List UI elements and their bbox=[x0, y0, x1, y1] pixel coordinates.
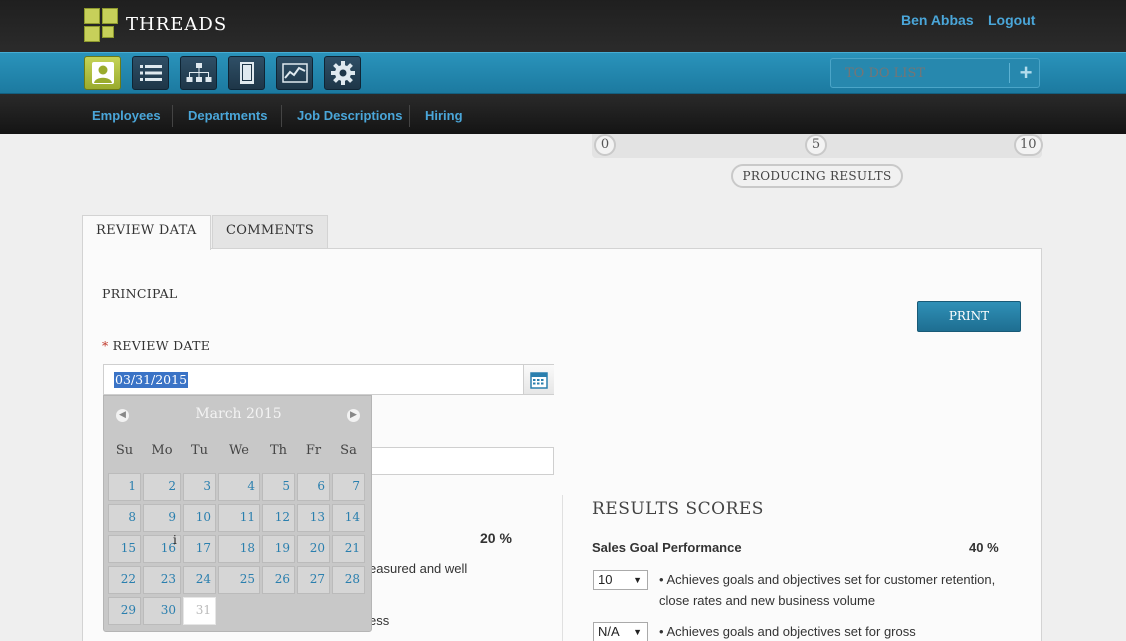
column-divider bbox=[562, 495, 563, 641]
sales-goal-category: Sales Goal Performance bbox=[592, 540, 742, 555]
left-category-percent: 20 % bbox=[480, 530, 512, 546]
datepicker-month-title: March 2015 bbox=[195, 406, 282, 422]
producing-results-label: PRODUCING RESULTS bbox=[731, 164, 903, 188]
chart-icon[interactable] bbox=[276, 56, 313, 90]
principal-label: PRINCIPAL bbox=[102, 286, 178, 301]
datepicker-day[interactable]: 10 bbox=[183, 504, 216, 532]
nav-divider bbox=[172, 105, 173, 127]
scale-mark-max: 10 bbox=[1014, 134, 1043, 156]
top-bar: THREADS Ben Abbas Logout bbox=[0, 0, 1126, 52]
list-icon[interactable] bbox=[132, 56, 169, 90]
required-marker: * bbox=[102, 338, 109, 353]
main-toolbar: + bbox=[0, 52, 1126, 94]
text-cursor-icon: i bbox=[173, 533, 177, 547]
print-button[interactable]: PRINT bbox=[917, 301, 1021, 332]
datepicker-day[interactable]: 9 bbox=[143, 504, 181, 532]
threads-logo-icon[interactable] bbox=[84, 8, 118, 42]
score-select-value: 10 bbox=[598, 572, 613, 587]
datepicker-day[interactable]: 4 bbox=[218, 473, 260, 501]
left-bullet-text-1: easured and well bbox=[369, 561, 468, 576]
left-bullet-text-2: ess bbox=[369, 613, 390, 628]
nav-employees[interactable]: Employees bbox=[92, 108, 161, 123]
datepicker-day[interactable]: 21 bbox=[332, 535, 365, 563]
results-item-2: • Achieves goals and objectives set for … bbox=[659, 624, 916, 639]
sales-goal-percent: 40 % bbox=[969, 540, 999, 555]
datepicker-day[interactable]: 13 bbox=[297, 504, 330, 532]
weekday-header: Tu bbox=[190, 443, 209, 458]
calendar-icon[interactable] bbox=[523, 365, 554, 394]
nav-job-descriptions[interactable]: Job Descriptions bbox=[297, 108, 402, 123]
org-chart-icon[interactable] bbox=[180, 56, 217, 90]
user-name-link[interactable]: Ben Abbas bbox=[901, 12, 974, 28]
brand-name: THREADS bbox=[126, 14, 228, 35]
dropdown-arrow-icon: ▼ bbox=[633, 575, 642, 585]
score-select-2[interactable]: N/A ▼ bbox=[593, 622, 648, 641]
nav-divider bbox=[409, 105, 410, 127]
next-month-icon[interactable]: ▶ bbox=[347, 409, 360, 422]
datepicker-day[interactable]: 22 bbox=[108, 566, 141, 594]
tab-comments[interactable]: COMMENTS bbox=[212, 215, 329, 249]
weekday-header: Fr bbox=[305, 443, 322, 458]
datepicker-day[interactable]: 15 bbox=[108, 535, 141, 563]
datepicker-day[interactable]: 25 bbox=[218, 566, 260, 594]
score-select-1[interactable]: 10 ▼ bbox=[593, 570, 648, 590]
weekday-header: Sa bbox=[340, 443, 357, 458]
review-date-label: * REVIEW DATE bbox=[102, 338, 210, 353]
datepicker-day[interactable]: 7 bbox=[332, 473, 365, 501]
datepicker-popup: ◀ March 2015 ▶ Su Mo Tu We Th Fr Sa 1234567891… bbox=[103, 395, 372, 632]
user-icon[interactable] bbox=[84, 56, 121, 90]
datepicker-day[interactable]: 29 bbox=[108, 597, 141, 625]
todo-add-button[interactable]: + bbox=[1015, 61, 1037, 85]
sub-navigation: Employees Departments Job Descriptions H… bbox=[0, 94, 1126, 134]
datepicker-day[interactable]: 14 bbox=[332, 504, 365, 532]
datepicker-day[interactable]: 5 bbox=[262, 473, 295, 501]
datepicker-day[interactable]: 12 bbox=[262, 504, 295, 532]
datepicker-day[interactable]: 1 bbox=[108, 473, 141, 501]
datepicker-day[interactable]: 18 bbox=[218, 535, 260, 563]
review-date-label-text: REVIEW DATE bbox=[112, 338, 211, 353]
scale-mark-min: 0 bbox=[594, 134, 616, 156]
nav-divider bbox=[281, 105, 282, 127]
scale-mark-mid: 5 bbox=[805, 134, 827, 156]
datepicker-day[interactable]: 3 bbox=[183, 473, 216, 501]
weekday-header: Th bbox=[269, 443, 288, 458]
datepicker-day[interactable]: 17 bbox=[183, 535, 216, 563]
datepicker-day[interactable]: 28 bbox=[332, 566, 365, 594]
datepicker-day[interactable]: 19 bbox=[262, 535, 295, 563]
datepicker-day[interactable]: 20 bbox=[297, 535, 330, 563]
datepicker-day[interactable]: 6 bbox=[297, 473, 330, 501]
todo-divider bbox=[1009, 63, 1010, 83]
score-scale: 0 5 10 bbox=[592, 134, 1043, 158]
todo-input[interactable] bbox=[831, 59, 1009, 87]
score-select-value: N/A bbox=[598, 624, 620, 639]
datepicker-day[interactable]: 8 bbox=[108, 504, 141, 532]
weekday-header: We bbox=[229, 443, 249, 458]
datepicker-day[interactable]: 24 bbox=[183, 566, 216, 594]
logout-link[interactable]: Logout bbox=[988, 12, 1035, 28]
datepicker-day[interactable]: 26 bbox=[262, 566, 295, 594]
weekday-header: Mo bbox=[151, 443, 173, 458]
datepicker-day[interactable]: 30 bbox=[143, 597, 181, 625]
nav-departments[interactable]: Departments bbox=[188, 108, 267, 123]
results-scores-title: RESULTS SCORES bbox=[592, 499, 764, 519]
tab-review-data[interactable]: REVIEW DATA bbox=[82, 215, 211, 250]
nav-hiring[interactable]: Hiring bbox=[425, 108, 463, 123]
datepicker-day[interactable]: 11 bbox=[218, 504, 260, 532]
document-icon[interactable] bbox=[228, 56, 265, 90]
results-item-1: • Achieves goals and objectives set for … bbox=[659, 572, 996, 608]
datepicker-day-selected[interactable]: 31 bbox=[183, 597, 216, 625]
datepicker-day[interactable]: 2 bbox=[143, 473, 181, 501]
datepicker-day[interactable]: 27 bbox=[297, 566, 330, 594]
review-date-value[interactable]: 03/31/2015 bbox=[114, 372, 189, 388]
weekday-header: Su bbox=[115, 443, 134, 458]
todo-box: + bbox=[830, 58, 1040, 88]
gear-icon[interactable] bbox=[324, 56, 361, 90]
review-date-field[interactable]: 03/31/2015 bbox=[103, 364, 554, 395]
dropdown-arrow-icon: ▼ bbox=[633, 627, 642, 637]
datepicker-day[interactable]: 23 bbox=[143, 566, 181, 594]
